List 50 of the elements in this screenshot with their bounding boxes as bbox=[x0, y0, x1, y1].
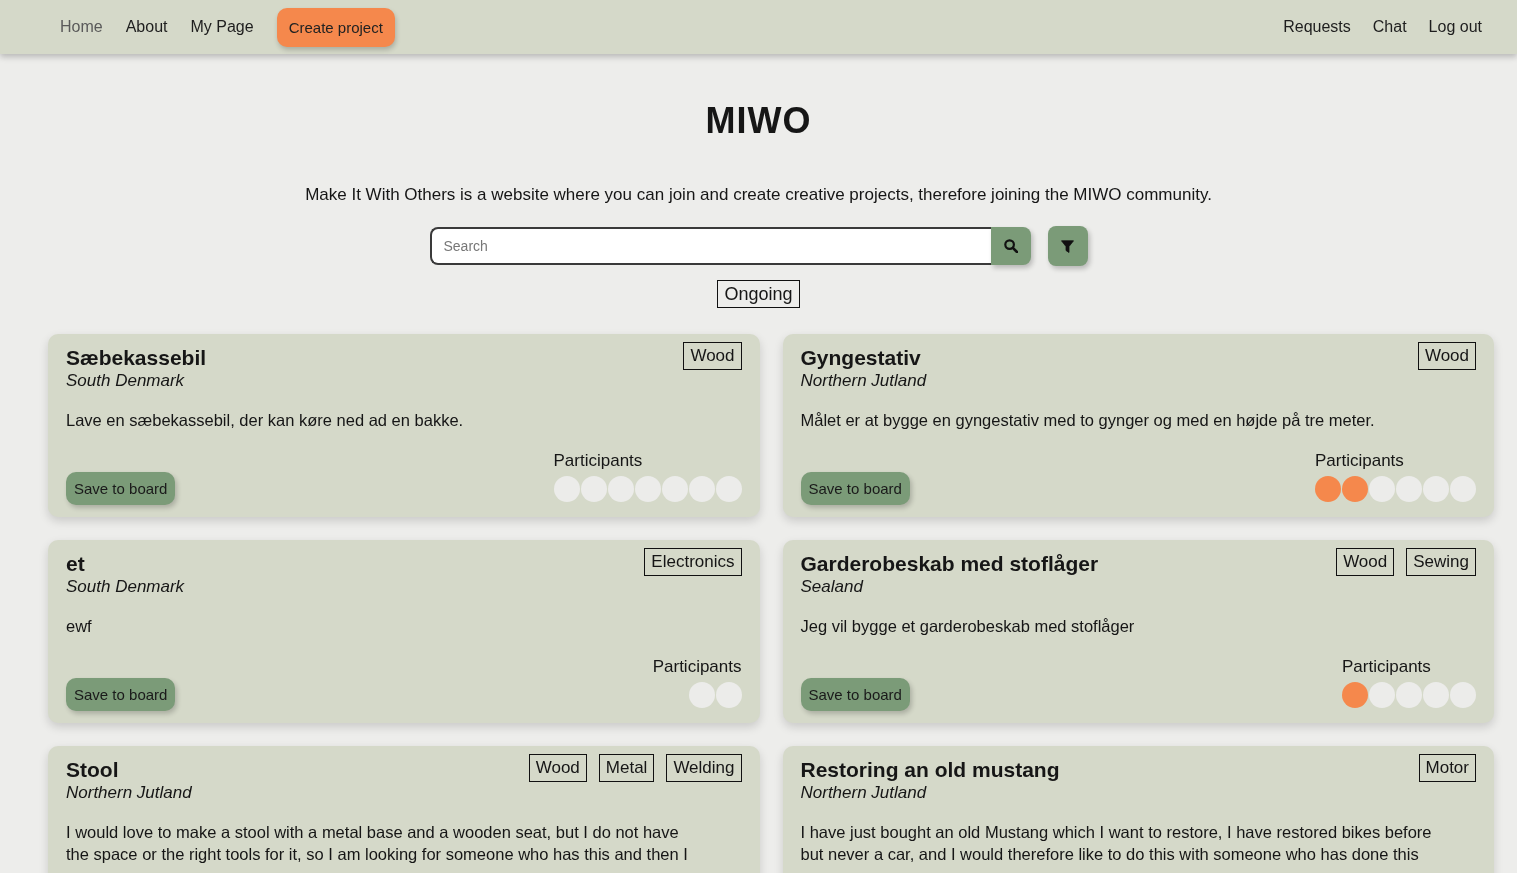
status-filter-chip[interactable]: Ongoing bbox=[717, 280, 800, 308]
project-description: I have just bought an old Mustang which I want to restore, I have restored bikes before but never a car, and I would therefore like to do this with someone who has done this bbox=[800, 822, 1433, 865]
nav-link[interactable]: About bbox=[125, 18, 168, 36]
project-region: Northern Jutland bbox=[66, 782, 192, 804]
project-title: Stool bbox=[66, 758, 120, 782]
project-region: Northern Jutland bbox=[800, 370, 927, 392]
nav-link[interactable]: Chat bbox=[1372, 18, 1407, 36]
category-tag: Motor bbox=[1418, 754, 1476, 782]
category-tag: Wood bbox=[1417, 342, 1476, 370]
project-description: Jeg vil bygge et garderobeskab med stoflåger bbox=[800, 616, 1136, 637]
project-title: Gyngestativ bbox=[800, 346, 922, 370]
site-tagline: Make It With Others is a website where you can join and create creative projects, therefore joining the MIWO community. bbox=[305, 184, 1212, 206]
project-region: South Denmark bbox=[66, 576, 185, 598]
participants-label: Participants bbox=[652, 656, 742, 678]
save-to-board-button[interactable]: Save to board bbox=[800, 678, 910, 711]
project-region: South Denmark bbox=[66, 370, 186, 392]
project-title: et bbox=[66, 552, 86, 576]
filter-button[interactable] bbox=[1047, 226, 1088, 266]
category-tag: Welding bbox=[666, 754, 742, 782]
search-field[interactable]: Search bbox=[429, 227, 991, 265]
project-title: Restoring an old mustang bbox=[800, 758, 1060, 782]
site-title: MIWO bbox=[705, 101, 812, 141]
category-tag: Wood bbox=[683, 342, 742, 370]
nav-link[interactable]: Requests bbox=[1283, 18, 1351, 36]
category-tag: Electronics bbox=[644, 548, 742, 576]
search-icon bbox=[1003, 239, 1018, 253]
project-title: Sæbekassebil bbox=[66, 346, 207, 370]
category-tag: Wood bbox=[1336, 548, 1395, 576]
project-region: Northern Jutland bbox=[800, 782, 928, 804]
filter-icon bbox=[1061, 239, 1074, 253]
category-tag: Wood bbox=[528, 754, 587, 782]
create-project-button[interactable]: Create project bbox=[276, 7, 395, 47]
nav-link[interactable]: My Page bbox=[190, 18, 254, 36]
participants-label: Participants bbox=[1315, 450, 1404, 472]
project-description: I would love to make a stool with a metal base and a wooden seat, but I do not have the space or the right tools for it, so I am looking for someone who has this and then I bbox=[66, 822, 689, 865]
project-region: Sealand bbox=[800, 576, 865, 598]
nav-link[interactable]: Home bbox=[60, 18, 103, 36]
nav-link[interactable]: Log out bbox=[1428, 18, 1482, 36]
project-description: Målet er at bygge en gyngestativ med to gynger og med en højde på tre meter. bbox=[800, 410, 1376, 431]
save-to-board-button[interactable]: Save to board bbox=[66, 472, 176, 505]
project-description: ewf bbox=[66, 616, 93, 637]
category-tag: Sewing bbox=[1406, 548, 1476, 576]
search-button[interactable] bbox=[990, 227, 1031, 265]
category-tag: Metal bbox=[598, 754, 655, 782]
participants-label: Participants bbox=[553, 450, 643, 472]
participants-label: Participants bbox=[1342, 656, 1431, 678]
save-to-board-button[interactable]: Save to board bbox=[800, 472, 910, 505]
save-to-board-button[interactable]: Save to board bbox=[66, 678, 176, 711]
project-title: Garderobeskab med stoflåger bbox=[800, 552, 1099, 576]
project-description: Lave en sæbekassebil, der kan køre ned ad en bakke. bbox=[66, 410, 465, 431]
